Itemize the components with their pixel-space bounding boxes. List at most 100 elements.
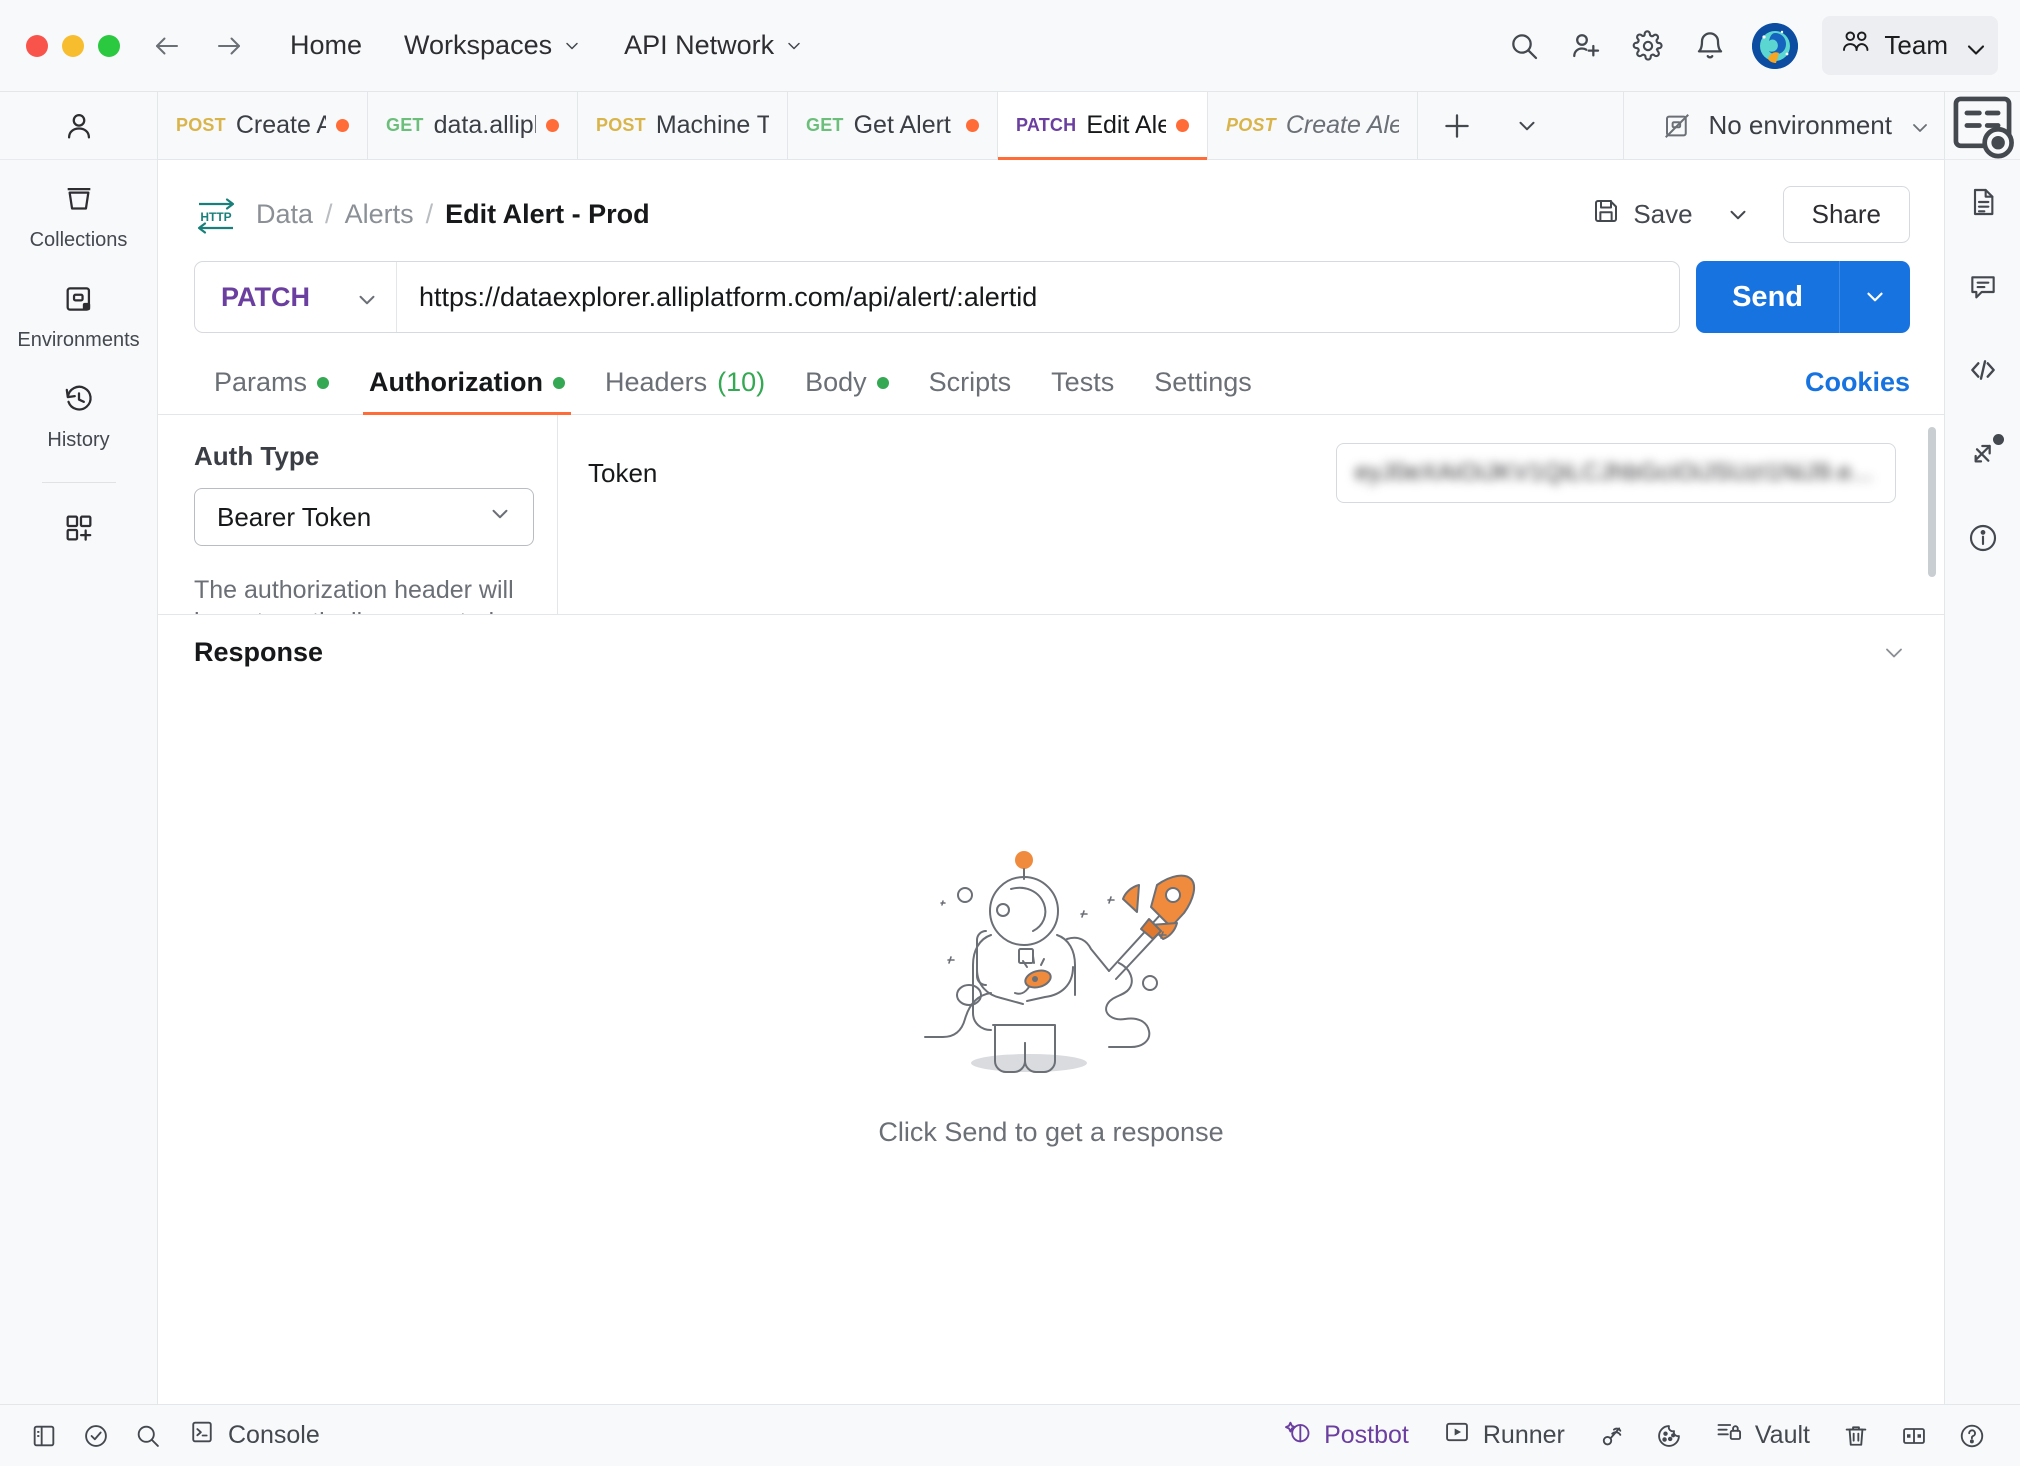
notification-badge xyxy=(1993,434,2004,445)
request-tab-preview[interactable]: POST Create Ale xyxy=(1208,92,1418,159)
request-tab-strip: POST Create Ale GET data.allipla POST Ma… xyxy=(158,92,1944,160)
team-menu-button[interactable]: Team xyxy=(1822,16,1998,75)
auth-type-value: Bearer Token xyxy=(217,502,371,533)
send-options-dropdown[interactable] xyxy=(1839,261,1910,333)
workspaces-menu[interactable]: Workspaces xyxy=(390,22,596,69)
two-pane-icon[interactable] xyxy=(1888,1410,1940,1462)
documentation-preview-icon[interactable] xyxy=(1945,92,2020,160)
checks-icon[interactable] xyxy=(70,1410,122,1462)
cookies-link[interactable]: Cookies xyxy=(1805,367,1910,414)
sidebar-divider xyxy=(42,482,116,483)
tab-label: Params xyxy=(214,367,307,398)
http-method-label: PATCH xyxy=(221,282,310,313)
minimize-window-button[interactable] xyxy=(62,35,84,57)
request-tab[interactable]: GET data.allipla xyxy=(368,92,578,159)
settings-gear-icon[interactable] xyxy=(1620,18,1676,74)
auth-panel-scrollbar[interactable] xyxy=(1928,427,1936,577)
tab-method-label: POST xyxy=(176,115,226,136)
tab-settings[interactable]: Settings xyxy=(1134,357,1272,414)
console-label: Console xyxy=(228,1421,320,1450)
find-icon[interactable] xyxy=(122,1410,174,1462)
right-sidebar xyxy=(1944,92,2020,1404)
breadcrumb-folder[interactable]: Alerts xyxy=(345,199,414,230)
tab-scripts[interactable]: Scripts xyxy=(909,357,1032,414)
breadcrumb-request-name[interactable]: Edit Alert - Prod xyxy=(445,199,650,230)
collections-icon xyxy=(62,182,96,221)
unsaved-changes-dot xyxy=(336,119,349,132)
auth-type-select[interactable]: Bearer Token xyxy=(194,488,534,546)
team-label: Team xyxy=(1884,30,1948,61)
tab-label: Tests xyxy=(1051,367,1114,398)
request-tab[interactable]: GET Get Alert b xyxy=(788,92,998,159)
console-button[interactable]: Console xyxy=(174,1410,334,1461)
runner-button[interactable]: Runner xyxy=(1429,1410,1579,1461)
save-button[interactable]: Save xyxy=(1577,186,1706,243)
close-window-button[interactable] xyxy=(26,35,48,57)
home-button[interactable]: Home xyxy=(276,22,376,69)
astronaut-illustration xyxy=(901,827,1201,1087)
capture-icon[interactable] xyxy=(1585,1410,1637,1462)
history-navigation xyxy=(150,29,246,63)
request-header-actions: Save Share xyxy=(1577,186,1910,243)
save-options-dropdown[interactable] xyxy=(1707,192,1769,238)
code-snippet-icon[interactable] xyxy=(1945,328,2020,412)
new-tab-button[interactable] xyxy=(1418,92,1496,159)
status-bar: Console Postbot Runner xyxy=(0,1404,2020,1466)
invite-user-icon[interactable] xyxy=(1558,18,1614,74)
request-tab[interactable]: POST Machine T xyxy=(578,92,788,159)
comments-icon[interactable] xyxy=(1945,244,2020,328)
environment-selector[interactable]: No environment xyxy=(1650,102,1940,149)
has-content-dot xyxy=(877,377,889,389)
vault-button[interactable]: Vault xyxy=(1701,1410,1824,1461)
sidebar-item-environments[interactable]: Environments xyxy=(0,260,157,360)
info-icon[interactable] xyxy=(1945,496,2020,580)
breadcrumb-collection[interactable]: Data xyxy=(256,199,313,230)
token-input[interactable]: eyJ0eXAiOiJKV1QiLCJhbGciOiJSUzI1NiJ9.e..… xyxy=(1336,443,1896,503)
request-flow-icon[interactable] xyxy=(1945,412,2020,496)
share-button[interactable]: Share xyxy=(1783,186,1910,243)
tab-authorization[interactable]: Authorization xyxy=(349,357,585,414)
tab-list-dropdown-button[interactable] xyxy=(1496,92,1558,159)
cookies-icon[interactable] xyxy=(1643,1410,1695,1462)
tab-headers[interactable]: Headers (10) xyxy=(585,357,785,414)
request-tab-active[interactable]: PATCH Edit Alert xyxy=(998,92,1208,159)
title-bar: Home Workspaces API Network xyxy=(0,0,2020,92)
tab-params[interactable]: Params xyxy=(194,357,349,414)
documentation-icon[interactable] xyxy=(1945,160,2020,244)
request-tabs: POST Create Ale GET data.allipla POST Ma… xyxy=(158,92,1418,159)
url-input[interactable] xyxy=(397,262,1679,332)
sidebar-item-collections[interactable]: Collections xyxy=(0,160,157,260)
sidebar-item-history[interactable]: History xyxy=(0,360,157,460)
headers-count: (10) xyxy=(717,367,765,398)
maximize-window-button[interactable] xyxy=(98,35,120,57)
url-bar: PATCH xyxy=(194,261,1680,333)
notifications-bell-icon[interactable] xyxy=(1682,18,1738,74)
request-tab[interactable]: POST Create Ale xyxy=(158,92,368,159)
tab-name-label: Machine T xyxy=(656,111,769,140)
sidebar-toggle-icon[interactable] xyxy=(18,1410,70,1462)
no-environment-icon xyxy=(1662,111,1692,141)
unsaved-changes-dot xyxy=(1176,119,1189,132)
send-button[interactable]: Send xyxy=(1696,261,1839,333)
forward-arrow-icon[interactable] xyxy=(212,29,246,63)
token-row: Token eyJ0eXAiOiJKV1QiLCJhbGciOiJSUzI1Ni… xyxy=(588,443,1896,503)
vault-label: Vault xyxy=(1755,1421,1810,1450)
trash-icon[interactable] xyxy=(1830,1410,1882,1462)
tab-tests[interactable]: Tests xyxy=(1031,357,1134,414)
help-icon[interactable] xyxy=(1946,1410,1998,1462)
unsaved-changes-dot xyxy=(966,119,979,132)
response-collapse-button[interactable] xyxy=(1880,639,1908,667)
user-avatar[interactable] xyxy=(1752,23,1798,69)
postbot-button[interactable]: Postbot xyxy=(1270,1410,1423,1461)
back-arrow-icon[interactable] xyxy=(150,29,184,63)
http-method-selector[interactable]: PATCH xyxy=(195,262,397,332)
tab-name-label: Create Ale xyxy=(1286,111,1399,140)
search-icon[interactable] xyxy=(1496,18,1552,74)
token-label: Token xyxy=(588,458,657,489)
sidebar-add-module-button[interactable] xyxy=(0,489,157,558)
main-body: Collections Environments History xyxy=(0,92,2020,1404)
tab-body[interactable]: Body xyxy=(785,357,909,414)
sidebar-user-icon[interactable] xyxy=(0,92,157,160)
tab-method-label: PATCH xyxy=(1016,115,1076,136)
api-network-menu[interactable]: API Network xyxy=(610,22,818,69)
